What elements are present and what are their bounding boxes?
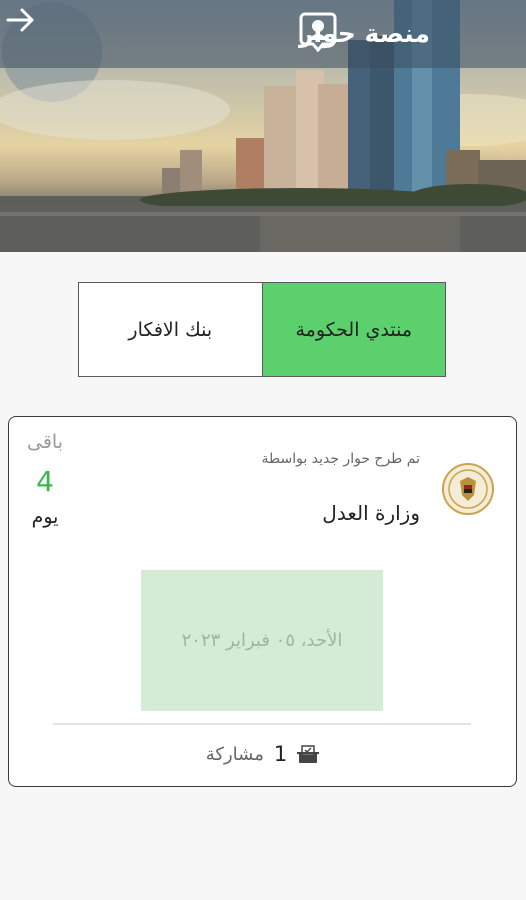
card-divider xyxy=(53,723,471,725)
tab-ideas-bank[interactable]: بنك الافكار xyxy=(79,283,263,376)
dialogue-date: الأحد، ٠٥ فبراير ٢٠٢٣ xyxy=(181,630,343,651)
date-box: الأحد، ٠٥ فبراير ٢٠٢٣ xyxy=(141,570,383,711)
participation-count: 1 xyxy=(273,742,288,766)
remaining-days: باقى 4 يوم xyxy=(17,431,73,528)
participation-row[interactable]: 1 مشاركة xyxy=(9,737,516,771)
dialogue-card[interactable]: باقى 4 يوم تم طرح حوار جديد بواسطة وزارة… xyxy=(8,416,517,787)
arrow-right-icon[interactable] xyxy=(0,0,40,40)
ministry-name: وزارة العدل xyxy=(322,501,420,525)
hero-cityscape-image: منصة حوار xyxy=(0,0,526,252)
top-app-bar: منصة حوار xyxy=(0,0,526,68)
ballot-box-icon xyxy=(297,745,320,763)
app-logo: منصة حوار xyxy=(299,10,430,56)
intro-text: تم طرح حوار جديد بواسطة xyxy=(261,451,420,467)
remaining-unit: يوم xyxy=(31,506,59,528)
ministry-seal-icon xyxy=(442,463,494,515)
tab-government-forum[interactable]: منتدي الحكومة xyxy=(262,283,445,376)
remaining-label: باقى xyxy=(27,431,63,453)
remaining-count: 4 xyxy=(36,465,54,498)
chat-person-icon xyxy=(299,12,337,52)
participation-label: مشاركة xyxy=(205,743,264,765)
section-tabs: بنك الافكار منتدي الحكومة xyxy=(78,282,446,377)
